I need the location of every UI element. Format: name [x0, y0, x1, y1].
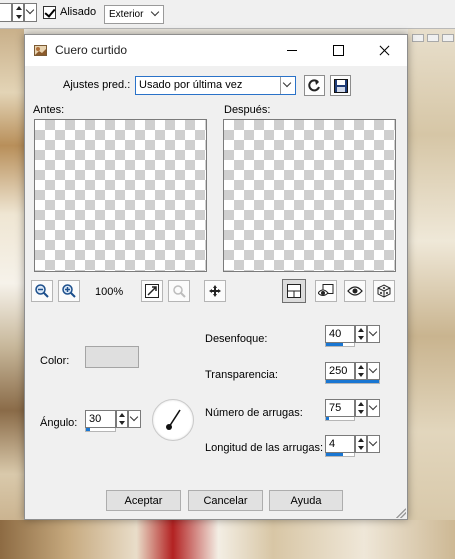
desenfoque-spin-arrows[interactable] [355, 325, 367, 343]
background-image-bottom [0, 520, 455, 559]
cuero-curtido-dialog: Cuero curtido Ajustes pred.: Usado por ú… [24, 34, 408, 520]
save-icon [333, 78, 348, 93]
arrugas-spinbox[interactable]: 75 [325, 399, 381, 421]
reset-icon [308, 79, 320, 92]
angle-dial[interactable] [152, 399, 194, 441]
transparencia-field[interactable]: 250 [325, 362, 355, 380]
chevron-down-icon[interactable] [367, 399, 380, 417]
arrugas-field[interactable]: 75 [325, 399, 355, 417]
after-label: Después: [224, 104, 271, 116]
dialog-titlebar[interactable]: Cuero curtido [25, 35, 407, 66]
transparencia-spin-arrows[interactable] [355, 362, 367, 380]
ok-button[interactable]: Aceptar [106, 490, 181, 511]
presets-label: Ajustes pred.: [63, 79, 131, 91]
presets-select[interactable]: Usado por última vez [135, 76, 296, 95]
chevron-down-icon [150, 7, 160, 17]
background-image-left [0, 29, 24, 559]
zoom-out-button[interactable] [31, 280, 53, 302]
zoom-in-button[interactable] [58, 280, 80, 302]
background-tab[interactable] [412, 34, 424, 42]
preview-on-image-icon [318, 284, 334, 296]
presets-value: Usado por última vez [139, 79, 243, 91]
longitud-spinbox[interactable]: 4 [325, 435, 381, 457]
chevron-down-icon [25, 5, 35, 15]
eye-icon [347, 286, 363, 296]
background-tab[interactable] [427, 34, 439, 42]
zoom-level: 100% [95, 286, 124, 298]
app-toolbar: Alisado Exterior [0, 0, 455, 29]
exterior-value: Exterior [109, 9, 144, 20]
before-label: Antes: [33, 104, 65, 116]
alisado-checkbox[interactable] [43, 6, 56, 19]
dice-icon [377, 284, 391, 298]
lock-icon [173, 285, 186, 298]
lock-preview-button[interactable] [168, 280, 190, 302]
color-swatch[interactable] [85, 346, 139, 368]
reset-button[interactable] [304, 75, 325, 96]
color-label: Color: [40, 355, 70, 367]
move-preview-button[interactable] [204, 280, 226, 302]
after-preview[interactable] [223, 119, 396, 272]
transparencia-label: Transparencia: [205, 369, 278, 381]
split-view-button[interactable] [282, 279, 306, 303]
cancel-button[interactable]: Cancelar [188, 490, 263, 511]
fit-icon [145, 284, 159, 298]
close-button[interactable] [361, 35, 407, 66]
arrugas-spin-arrows[interactable] [355, 399, 367, 417]
angle-slider[interactable] [85, 428, 116, 432]
desenfoque-slider[interactable] [325, 343, 355, 347]
desenfoque-label: Desenfoque: [205, 333, 268, 345]
zoom-out-icon [35, 284, 49, 298]
top-value-field[interactable] [0, 3, 12, 22]
transparencia-spinbox[interactable]: 250 [325, 362, 381, 384]
maximize-button[interactable] [315, 35, 361, 66]
background-tab[interactable] [442, 34, 454, 42]
dialog-title: Cuero curtido [55, 43, 128, 57]
exterior-select[interactable]: Exterior [104, 5, 164, 24]
randomize-button[interactable] [373, 280, 395, 302]
preview-on-image-button[interactable] [315, 280, 337, 302]
show-preview-button[interactable] [344, 280, 366, 302]
save-preset-button[interactable] [330, 75, 351, 96]
angle-spin-arrows[interactable] [116, 410, 128, 428]
alisado-label: Alisado [60, 6, 97, 18]
transparencia-slider[interactable] [325, 380, 380, 384]
chevron-down-icon[interactable] [367, 435, 380, 453]
chevron-down-icon[interactable] [367, 362, 380, 380]
minimize-button[interactable] [269, 35, 315, 66]
arrugas-slider[interactable] [325, 417, 355, 421]
chevron-down-icon[interactable] [280, 77, 295, 94]
split-view-icon [287, 284, 301, 298]
resize-grip[interactable] [396, 508, 406, 518]
longitud-field[interactable]: 4 [325, 435, 355, 453]
longitud-spin-arrows[interactable] [355, 435, 367, 453]
top-spin-arrows[interactable] [12, 3, 24, 22]
before-preview[interactable] [34, 119, 207, 272]
angle-spinbox[interactable]: 30 [85, 410, 142, 432]
angle-label: Ángulo: [40, 417, 78, 429]
top-dropdown-button[interactable] [24, 3, 37, 22]
chevron-down-icon[interactable] [367, 325, 380, 343]
desenfoque-spinbox[interactable]: 40 [325, 325, 381, 347]
zoom-in-icon [62, 284, 76, 298]
desenfoque-field[interactable]: 40 [325, 325, 355, 343]
fit-to-window-button[interactable] [141, 280, 163, 302]
longitud-label: Longitud de las arrugas: [205, 442, 324, 454]
background-image-right [408, 29, 455, 559]
move-icon [209, 285, 221, 297]
app-icon [34, 44, 47, 57]
arrugas-label: Número de arrugas: [205, 407, 303, 419]
help-button[interactable]: Ayuda [269, 490, 343, 511]
chevron-down-icon[interactable] [128, 410, 141, 428]
background-tabs [410, 34, 455, 42]
longitud-slider[interactable] [325, 453, 355, 457]
angle-field[interactable]: 30 [85, 410, 116, 428]
